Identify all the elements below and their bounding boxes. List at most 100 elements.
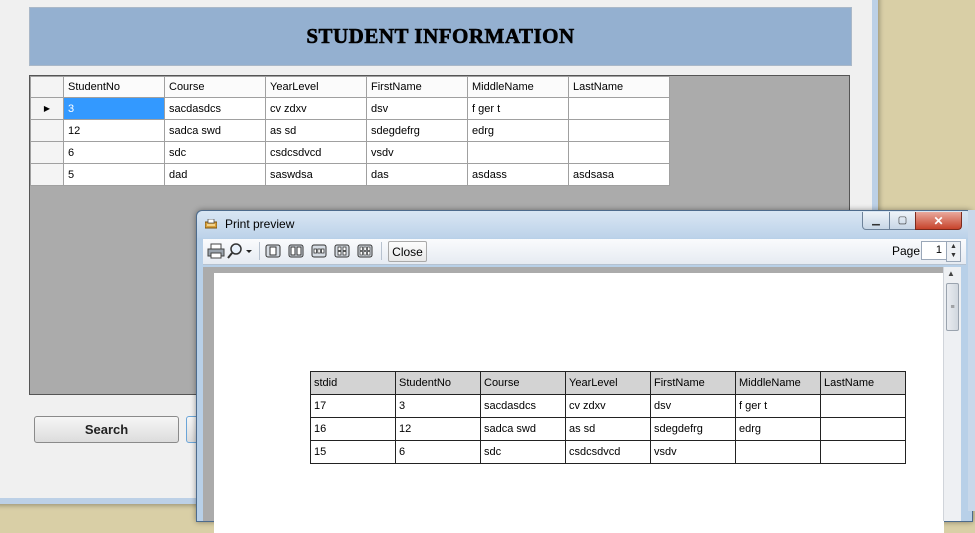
maximize-button[interactable]: ▢: [889, 212, 916, 230]
window-title: Print preview: [225, 217, 295, 231]
grid-table: StudentNo Course YearLevel FirstName Mid…: [30, 76, 670, 186]
printed-cell: 17: [310, 394, 396, 418]
grid-cell[interactable]: cv zdxv: [265, 97, 367, 120]
grid-cell[interactable]: [467, 141, 569, 164]
grid-cell[interactable]: edrg: [467, 119, 569, 142]
printed-cell: 3: [395, 394, 481, 418]
chevron-down-icon[interactable]: [244, 243, 254, 259]
minimize-button[interactable]: ▁: [862, 212, 890, 230]
close-icon: ✕: [933, 213, 944, 228]
table-row[interactable]: ▶ 3 sacdasdcs cv zdxv dsv f ger t: [30, 97, 670, 120]
row-header-corner: [30, 76, 64, 98]
grid-cell[interactable]: dsv: [366, 97, 468, 120]
printed-row: 16 12 sadca swd as sd sdegdefrg edrg: [310, 417, 906, 441]
table-row[interactable]: 6 sdc csdcsdvcd vsdv: [30, 141, 670, 164]
column-header-course[interactable]: Course: [164, 76, 266, 98]
print-icon[interactable]: [207, 243, 225, 259]
printed-cell: 16: [310, 417, 396, 441]
printed-cell: sacdasdcs: [480, 394, 566, 418]
printed-cell: sdegdefrg: [650, 417, 736, 441]
grid-cell[interactable]: sadca swd: [164, 119, 266, 142]
grid-cell[interactable]: sdc: [164, 141, 266, 164]
grid-cell[interactable]: [568, 97, 670, 120]
one-page-icon[interactable]: [265, 243, 281, 259]
column-header-lastname[interactable]: LastName: [568, 76, 670, 98]
grid-header-row: StudentNo Course YearLevel FirstName Mid…: [30, 76, 670, 98]
grid-cell[interactable]: saswdsa: [265, 163, 367, 186]
grid-cell[interactable]: f ger t: [467, 97, 569, 120]
printed-cell: [820, 440, 906, 464]
minimize-icon: ▁: [872, 215, 880, 226]
grid-cell[interactable]: [568, 141, 670, 164]
maximize-icon: ▢: [897, 215, 908, 226]
grid-cell[interactable]: 12: [63, 119, 165, 142]
printed-cell: csdcsdvcd: [565, 440, 651, 464]
scrollbar-thumb[interactable]: ≡: [946, 283, 959, 331]
close-window-button[interactable]: ✕: [915, 212, 962, 230]
two-pages-icon[interactable]: [288, 243, 304, 259]
grid-cell[interactable]: vsdv: [366, 141, 468, 164]
window-frame-edge: [968, 210, 975, 511]
row-header[interactable]: [30, 141, 64, 164]
print-preview-app-icon: [205, 219, 217, 229]
spin-up-icon[interactable]: ▲: [947, 242, 960, 251]
grid-cell[interactable]: asdsasa: [568, 163, 670, 186]
grid-cell[interactable]: sdegdefrg: [366, 119, 468, 142]
search-button[interactable]: Search: [34, 416, 179, 443]
grid-cell[interactable]: asdass: [467, 163, 569, 186]
grid-cell[interactable]: as sd: [265, 119, 367, 142]
column-header-middlename[interactable]: MiddleName: [467, 76, 569, 98]
page-number-input[interactable]: 1: [921, 241, 947, 260]
spin-down-icon[interactable]: ▼: [947, 251, 960, 260]
printed-header-cell: FirstName: [650, 371, 736, 395]
printed-header-cell: Course: [480, 371, 566, 395]
row-arrow-icon: ▶: [43, 104, 51, 113]
column-header-yearlevel[interactable]: YearLevel: [265, 76, 367, 98]
printed-header-row: stdid StudentNo Course YearLevel FirstNa…: [310, 371, 906, 395]
preview-toolbar: Close Page 1 ▲ ▼: [203, 239, 966, 265]
column-header-studentno[interactable]: StudentNo: [63, 76, 165, 98]
printed-cell: cv zdxv: [565, 394, 651, 418]
printed-cell: 15: [310, 440, 396, 464]
grid-cell[interactable]: das: [366, 163, 468, 186]
printed-row: 17 3 sacdasdcs cv zdxv dsv f ger t: [310, 394, 906, 418]
grid-cell[interactable]: sacdasdcs: [164, 97, 266, 120]
grid-cell[interactable]: [568, 119, 670, 142]
grid-cell[interactable]: csdcsdvcd: [265, 141, 367, 164]
four-pages-icon[interactable]: [334, 243, 350, 259]
printed-cell: dsv: [650, 394, 736, 418]
preview-page: stdid StudentNo Course YearLevel FirstNa…: [214, 273, 944, 533]
scroll-up-icon[interactable]: ▲: [947, 269, 955, 278]
table-row[interactable]: 5 dad saswdsa das asdass asdsasa: [30, 163, 670, 186]
three-pages-icon[interactable]: [311, 243, 327, 259]
column-header-firstname[interactable]: FirstName: [366, 76, 468, 98]
printed-table: stdid StudentNo Course YearLevel FirstNa…: [310, 371, 906, 464]
printed-header-cell: YearLevel: [565, 371, 651, 395]
current-row-indicator[interactable]: ▶: [30, 97, 64, 120]
row-header[interactable]: [30, 163, 64, 186]
printed-header-cell: LastName: [820, 371, 906, 395]
vertical-scrollbar[interactable]: ▲ ≡: [943, 267, 961, 521]
zoom-icon[interactable]: [227, 243, 243, 259]
page-title: STUDENT INFORMATION: [306, 24, 575, 49]
grid-cell[interactable]: dad: [164, 163, 266, 186]
printed-header-cell: StudentNo: [395, 371, 481, 395]
printed-cell: vsdv: [650, 440, 736, 464]
six-pages-icon[interactable]: [357, 243, 373, 259]
printed-cell: f ger t: [735, 394, 821, 418]
page-label: Page: [892, 244, 921, 258]
page-number-spinner[interactable]: ▲ ▼: [946, 241, 961, 262]
preview-area[interactable]: stdid StudentNo Course YearLevel FirstNa…: [203, 267, 944, 533]
header-banner: STUDENT INFORMATION: [29, 7, 852, 66]
printed-cell: 6: [395, 440, 481, 464]
grid-cell[interactable]: 6: [63, 141, 165, 164]
grid-cell[interactable]: 3: [63, 97, 165, 120]
grid-cell[interactable]: 5: [63, 163, 165, 186]
title-bar[interactable]: Print preview ▁ ▢ ✕: [197, 211, 972, 238]
printed-cell: as sd: [565, 417, 651, 441]
row-header[interactable]: [30, 119, 64, 142]
table-row[interactable]: 12 sadca swd as sd sdegdefrg edrg: [30, 119, 670, 142]
printed-cell: sdc: [480, 440, 566, 464]
printed-cell: [820, 394, 906, 418]
close-preview-button[interactable]: Close: [388, 241, 427, 262]
